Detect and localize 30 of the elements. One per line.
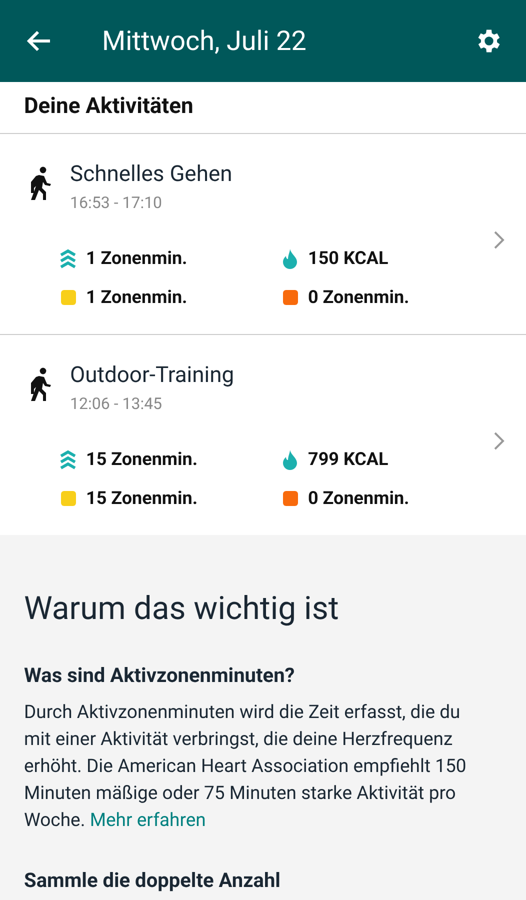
activity-time: 16:53 - 17:10 [70, 193, 164, 212]
activity-time: 12:06 - 13:45 [70, 394, 164, 413]
info-title: Warum das wichtig ist [24, 589, 340, 627]
activity-card[interactable]: Schnelles Gehen 16:53 - 17:10 1 Zonenmin. 150 KCAL 1 Zonenmin. 0 Zonenmin. [0, 134, 526, 335]
flame-icon [282, 248, 298, 268]
stat-value: 15 Zonenmin. [86, 449, 198, 470]
info-paragraph: Durch Aktivzonenminuten wird die Zeit erfasst, die du mit einer Aktivität verbringst, die deine Herzfrequenz erhöht. Die American Heart Association empfiehlt 150 Minuten mäßige oder 75 Minuten starke Aktivität pro Woche. Mehr erfahren [24, 700, 468, 833]
chevron-right-icon [492, 431, 506, 451]
info-heading: Sammle die doppelte Anzahl [24, 868, 282, 892]
stat-value: 15 Zonenmin. [86, 488, 198, 509]
stat-value: 0 Zonenmin. [308, 287, 410, 308]
chevron-right-icon [492, 230, 506, 250]
walking-figure-icon [28, 166, 52, 200]
stat-value: 1 Zonenmin. [86, 287, 188, 308]
chevrons-icon [59, 450, 77, 470]
activity-name: Schnelles Gehen [70, 162, 234, 187]
flame-icon [282, 450, 298, 470]
back-arrow-icon[interactable] [26, 29, 52, 53]
app-bar-title: Mittwoch, Juli 22 [102, 25, 308, 57]
section-title: Deine Aktivitäten [0, 82, 526, 134]
activity-name: Outdoor-Training [70, 363, 236, 388]
stat-value: 1 Zonenmin. [86, 248, 188, 269]
stat-value: 799 KCAL [308, 449, 388, 470]
chevrons-icon [59, 248, 77, 268]
stat-value: 0 Zonenmin. [308, 488, 410, 509]
info-heading: Was sind Aktivzonenminuten? [24, 663, 296, 687]
activity-card[interactable]: Outdoor-Training 12:06 - 13:45 15 Zonenmin. 799 KCAL 15 Zonenmin. 0 Zonenmin. [0, 335, 526, 535]
walking-figure-icon [28, 367, 52, 401]
stat-value: 150 KCAL [308, 248, 388, 269]
learn-more-link[interactable]: Mehr erfahren [90, 809, 206, 831]
